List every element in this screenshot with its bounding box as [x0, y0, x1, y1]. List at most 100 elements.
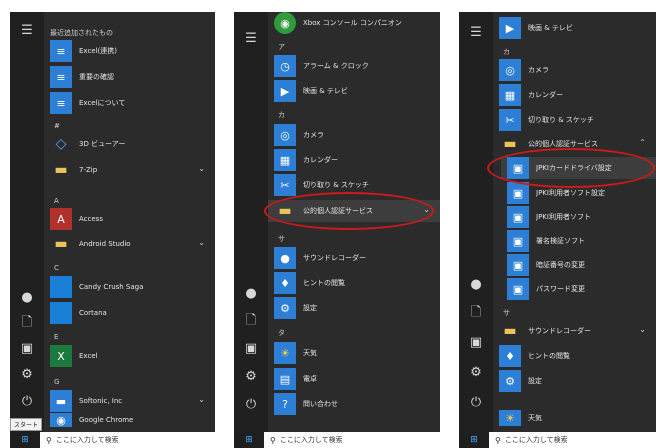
app-row-jpki-folder[interactable]: ▬ 公的個人認証サービス ⌄	[268, 200, 440, 222]
app-row[interactable]: X Excel	[44, 345, 215, 367]
settings-gear-icon[interactable]: ⚙	[241, 368, 261, 386]
search-placeholder: ここに入力して検索	[279, 436, 343, 444]
group-letter[interactable]: ア	[278, 42, 285, 52]
app-row[interactable]: ▬ 7-Zip ⌄	[44, 159, 215, 181]
jpki-icon: ▣	[507, 182, 529, 204]
group-letter[interactable]: サ	[503, 308, 510, 318]
app-list: 最近追加されたもの ≡ Excel(連携) ≡ 重要の確認 ≡ Excelについ…	[44, 12, 215, 434]
folder-icon: ▬	[54, 162, 68, 178]
taskbar-search-box[interactable]: ⚲ ここに入力して検索	[40, 432, 215, 448]
app-row[interactable]: ✂ 切り取り & スケッチ	[268, 174, 440, 196]
start-tooltip: スタート	[10, 418, 43, 431]
pictures-icon[interactable]: ▣	[466, 334, 486, 352]
app-row[interactable]: ▣ 暗証番号の変更	[501, 254, 656, 276]
app-row[interactable]: ▬ Android Studio ⌄	[44, 233, 215, 255]
hamburger-menu-icon[interactable]: ☰	[241, 30, 261, 48]
power-icon[interactable]: ⏻	[17, 393, 37, 411]
app-row[interactable]: ▣ JPKI利用者ソフト設定	[501, 182, 656, 204]
app-row[interactable]: ? 問い合わせ	[268, 393, 440, 415]
group-letter[interactable]: A	[54, 197, 59, 205]
app-row[interactable]: ≡ Excel(連携)	[44, 40, 215, 62]
app-row[interactable]: ▬ Softonic, Inc ⌄	[44, 390, 215, 412]
group-letter[interactable]: タ	[278, 328, 285, 338]
folder-icon: ▬	[50, 390, 72, 412]
documents-icon[interactable]: 🗋	[466, 304, 486, 322]
chevron-down-icon: ⌄	[198, 238, 205, 247]
jpki-icon: ▣	[507, 254, 529, 276]
app-row[interactable]: Cortana	[44, 302, 215, 324]
app-row-jpki-folder[interactable]: ▬ 公的個人認証サービス ⌃	[493, 133, 656, 155]
group-letter[interactable]: G	[54, 378, 59, 386]
app-row[interactable]: ▦ カレンダー	[268, 149, 440, 171]
start-rail: ☰ ● 🗋 ▣ ⚙ ⏻	[10, 12, 44, 434]
pictures-icon[interactable]: ▣	[241, 340, 261, 358]
app-row[interactable]: ◇ 3D ビューアー	[44, 133, 215, 155]
app-row[interactable]: ▣ パスワード変更	[501, 278, 656, 300]
app-row[interactable]: ▤ 電卓	[268, 368, 440, 390]
user-account-icon[interactable]: ●	[17, 289, 37, 307]
app-row[interactable]: Candy Crush Saga	[44, 276, 215, 298]
app-row[interactable]: ≡ 重要の確認	[44, 66, 215, 88]
app-label: 映画 & テレビ	[303, 87, 348, 95]
group-letter[interactable]: C	[54, 264, 59, 272]
power-icon[interactable]: ⏻	[241, 396, 261, 414]
app-row[interactable]: ◉ Xbox コンソール コンパニオン	[268, 12, 440, 34]
documents-icon[interactable]: 🗋	[17, 314, 37, 332]
group-letter[interactable]: サ	[278, 234, 285, 244]
group-letter[interactable]: カ	[278, 110, 285, 120]
windows-start-button[interactable]: ⊞	[10, 432, 40, 448]
documents-icon[interactable]: 🗋	[241, 312, 261, 330]
app-row-jpki-card-driver[interactable]: ▣ JPKIカードドライバ設定	[501, 157, 656, 179]
app-label: カメラ	[528, 66, 549, 74]
chevron-up-icon: ⌃	[639, 138, 646, 147]
app-row[interactable]: ● サウンドレコーダー	[268, 247, 440, 269]
power-icon[interactable]: ⏻	[466, 394, 486, 412]
windows-start-button[interactable]: ⊞	[459, 432, 489, 448]
folder-icon: ▬	[278, 203, 292, 219]
app-row[interactable]: ☀ 天気	[268, 342, 440, 364]
group-letter[interactable]: E	[54, 333, 58, 341]
app-label: カメラ	[303, 131, 324, 139]
group-letter[interactable]: #	[54, 122, 60, 130]
app-row[interactable]: ◷ アラーム & クロック	[268, 55, 440, 77]
taskbar: ⊞ ⚲ ここに入力して検索	[10, 432, 215, 448]
settings-gear-icon[interactable]: ⚙	[466, 364, 486, 382]
app-row[interactable]: ⚙ 設定	[493, 370, 656, 392]
app-row[interactable]: ◉ Google Chrome	[44, 413, 215, 427]
pictures-icon[interactable]: ▣	[17, 340, 37, 358]
app-row[interactable]: ✂ 切り取り & スケッチ	[493, 109, 656, 131]
app-label: 問い合わせ	[303, 400, 338, 408]
hamburger-menu-icon[interactable]: ☰	[466, 24, 486, 42]
chevron-down-icon: ⌄	[639, 325, 646, 334]
app-label: Candy Crush Saga	[79, 283, 144, 291]
app-row[interactable]: ◎ カメラ	[268, 124, 440, 146]
app-row[interactable]: ▬ サウンドレコーダー ⌄	[493, 320, 656, 342]
taskbar-search-box[interactable]: ⚲ ここに入力して検索	[264, 432, 440, 448]
app-row[interactable]: ▣ 署名検証ソフト	[501, 230, 656, 252]
app-row[interactable]: ♦ ヒントの閲覧	[268, 272, 440, 294]
settings-gear-icon[interactable]: ⚙	[17, 366, 37, 384]
user-account-icon[interactable]: ●	[241, 285, 261, 303]
app-row[interactable]: ▣ JPKI利用者ソフト	[501, 206, 656, 228]
taskbar-search-box[interactable]: ⚲ ここに入力して検索	[489, 432, 656, 448]
app-label: 切り取り & スケッチ	[303, 181, 369, 189]
app-label: パスワード変更	[536, 285, 585, 293]
user-account-icon[interactable]: ●	[466, 276, 486, 294]
app-row[interactable]: ▶ 映画 & テレビ	[493, 17, 656, 39]
group-letter[interactable]: カ	[503, 47, 510, 57]
app-row[interactable]: A Access	[44, 208, 215, 230]
app-row[interactable]: ▦ カレンダー	[493, 84, 656, 106]
app-row[interactable]: ☀ 天気	[493, 410, 656, 426]
access-icon: A	[50, 208, 72, 230]
app-label: 重要の確認	[79, 73, 114, 81]
app-row[interactable]: ♦ ヒントの閲覧	[493, 345, 656, 367]
folder-icon: ▬	[503, 136, 517, 152]
hamburger-menu-icon[interactable]: ☰	[17, 22, 37, 40]
app-row[interactable]: ◎ カメラ	[493, 59, 656, 81]
tips-icon: ♦	[274, 272, 296, 294]
app-label: 公的個人認証サービス	[528, 140, 598, 148]
windows-start-button[interactable]: ⊞	[234, 432, 264, 448]
app-row[interactable]: ▶ 映画 & テレビ	[268, 80, 440, 102]
app-row[interactable]: ⚙ 設定	[268, 297, 440, 319]
app-row[interactable]: ≡ Excelについて	[44, 92, 215, 114]
